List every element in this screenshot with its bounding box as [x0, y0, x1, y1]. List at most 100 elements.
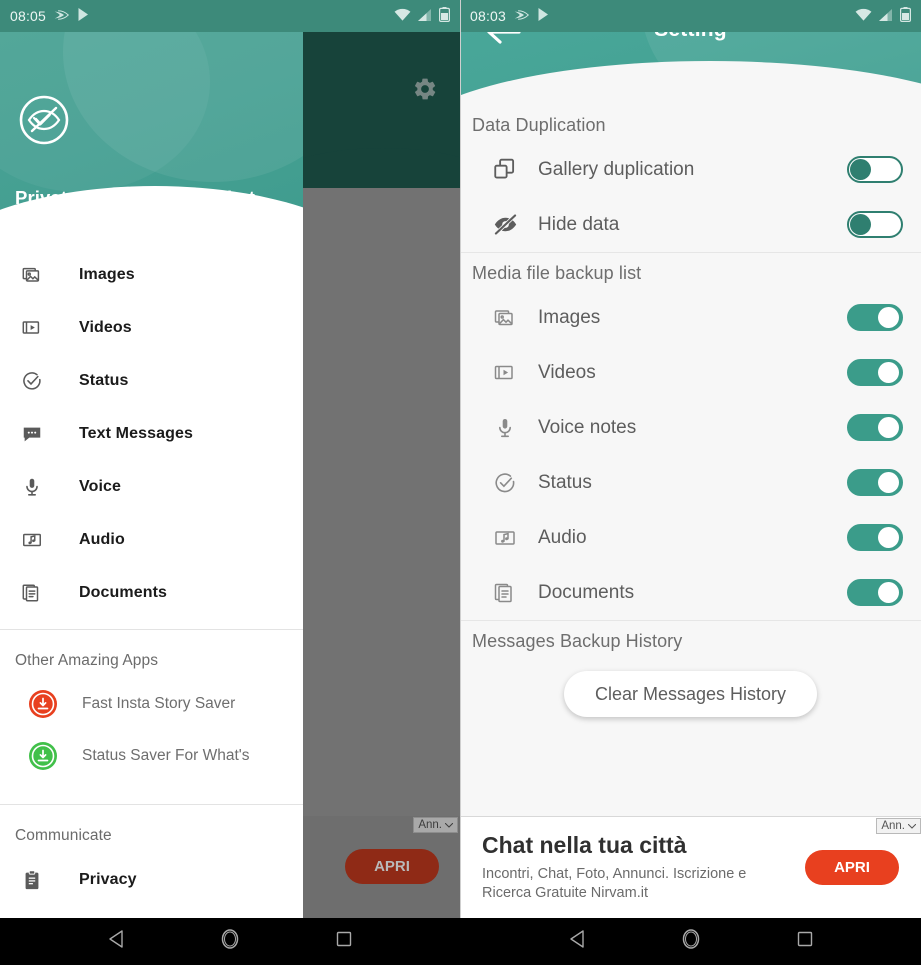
setting-row-status[interactable]: Status: [460, 455, 921, 510]
sidebar-item-privacy[interactable]: Privacy: [0, 853, 303, 906]
sidebar-item-voice[interactable]: Voice: [0, 460, 303, 513]
toggle-hide-data[interactable]: [847, 211, 903, 238]
toggle-voice-notes[interactable]: [847, 414, 903, 441]
toggle-knob: [878, 472, 899, 493]
hidden-eye-logo-icon: [18, 94, 70, 146]
clear-messages-history-button[interactable]: Clear Messages History: [564, 671, 817, 717]
images-icon: [17, 264, 47, 286]
status-check-icon: [490, 471, 520, 495]
toggle-knob: [878, 582, 899, 603]
back-triangle-icon[interactable]: [569, 930, 585, 953]
section-data-duplication: Data Duplication Gallery duplication Hid…: [460, 105, 921, 252]
other-apps-section-title: Other Amazing Apps: [15, 652, 159, 669]
toggle-status[interactable]: [847, 469, 903, 496]
toggle-documents[interactable]: [847, 579, 903, 606]
setting-label: Documents: [538, 581, 635, 603]
home-circle-icon[interactable]: [680, 928, 702, 955]
toggle-gallery-duplication[interactable]: [847, 156, 903, 183]
sidebar-item-label: Documents: [79, 583, 168, 601]
setting-label: Gallery duplication: [538, 158, 695, 180]
setting-label: Images: [538, 306, 601, 328]
setting-row-hide-data[interactable]: Hide data: [460, 197, 921, 252]
setting-row-videos[interactable]: Videos: [460, 345, 921, 400]
dimmed-app-background: [263, 32, 460, 918]
toggle-videos[interactable]: [847, 359, 903, 386]
gear-icon[interactable]: [412, 76, 438, 107]
setting-row-images[interactable]: Images: [460, 290, 921, 345]
eye-slash-icon: [490, 211, 520, 238]
sidebar-item-audio[interactable]: Audio: [0, 513, 303, 566]
toggle-knob: [878, 307, 899, 328]
recents-square-icon[interactable]: [336, 931, 352, 952]
wifi-icon: [394, 8, 411, 25]
videos-icon: [17, 317, 47, 339]
images-icon: [490, 306, 520, 330]
status-check-icon: [17, 370, 47, 392]
navigation-drawer: Private Read - Hidden Chat Images: [0, 32, 303, 918]
nav-buttons-right: [461, 918, 921, 965]
setting-row-voice-notes[interactable]: Voice notes: [460, 400, 921, 455]
recents-square-icon[interactable]: [797, 931, 813, 952]
chevron-down-icon: [908, 823, 916, 829]
audio-note-icon: [490, 526, 520, 550]
ad-label-text: Ann.: [881, 820, 905, 832]
toggle-knob: [878, 527, 899, 548]
chevron-down-icon: [445, 822, 453, 828]
nav-buttons-left: [0, 918, 460, 965]
dimmed-ad-label-text: Ann.: [418, 819, 442, 831]
setting-row-gallery-duplication[interactable]: Gallery duplication: [460, 142, 921, 197]
toggle-knob: [878, 362, 899, 383]
left-phone-pane: Private Read - Hidden Chat Images: [0, 0, 460, 918]
cast-icon: [513, 8, 530, 25]
sidebar-item-label: Videos: [79, 318, 132, 336]
documents-icon: [490, 581, 520, 605]
section-messages-backup-history: Messages Backup History Clear Messages H…: [460, 621, 921, 717]
setting-label: Videos: [538, 361, 596, 383]
setting-label: Hide data: [538, 213, 620, 235]
setting-row-audio[interactable]: Audio: [460, 510, 921, 565]
system-navigation-bar: [0, 918, 921, 965]
toggle-audio[interactable]: [847, 524, 903, 551]
wifi-icon: [855, 8, 872, 25]
dimmed-ad-cta-button: APRI: [345, 849, 439, 884]
section-title: Data Duplication: [472, 115, 606, 135]
clipboard-icon: [17, 869, 47, 891]
status-bar-time: 08:03: [470, 8, 507, 24]
sidebar-item-text-messages[interactable]: Text Messages: [0, 407, 303, 460]
communicate-section-title: Communicate: [15, 827, 112, 844]
right-status-bar: 08:03: [460, 0, 921, 32]
toggle-knob: [850, 214, 871, 235]
signal-icon: [417, 8, 433, 25]
videos-icon: [490, 361, 520, 385]
ad-title: Chat nella tua città: [482, 832, 687, 858]
other-app-fast-insta-story-saver[interactable]: Fast Insta Story Saver: [0, 678, 303, 730]
drawer-menu-list: Images Videos Status Text Messages Voice…: [0, 236, 303, 619]
sidebar-item-label: Audio: [79, 530, 125, 548]
sidebar-item-label: Status: [79, 371, 129, 389]
drawer-header: Private Read - Hidden Chat: [0, 32, 303, 236]
ad-label-chip[interactable]: Ann.: [876, 818, 921, 834]
other-app-status-saver-for-whats[interactable]: Status Saver For What's: [0, 730, 303, 782]
phone-pane-separator: [460, 0, 461, 918]
ad-cta-button[interactable]: APRI: [805, 850, 899, 885]
battery-icon: [439, 7, 451, 25]
section-title: Messages Backup History: [472, 631, 683, 651]
right-phone-pane: Setting Data Duplication Gallery duplica…: [460, 0, 921, 918]
setting-row-documents[interactable]: Documents: [460, 565, 921, 620]
home-circle-icon[interactable]: [219, 928, 241, 955]
ad-banner[interactable]: Chat nella tua città Incontri, Chat, Fot…: [460, 816, 921, 918]
cast-icon: [53, 8, 70, 25]
sidebar-item-label: Text Messages: [79, 424, 193, 442]
section-media-file-backup-list: Media file backup list Images Videos Voi…: [460, 253, 921, 620]
sidebar-item-videos[interactable]: Videos: [0, 301, 303, 354]
toggle-images[interactable]: [847, 304, 903, 331]
back-triangle-icon[interactable]: [108, 930, 124, 953]
play-store-icon: [537, 7, 551, 25]
setting-label: Audio: [538, 526, 587, 548]
status-bar-time: 08:05: [10, 8, 47, 24]
play-store-icon: [77, 7, 91, 25]
sidebar-item-status[interactable]: Status: [0, 354, 303, 407]
sidebar-item-documents[interactable]: Documents: [0, 566, 303, 619]
setting-label: Status: [538, 471, 592, 493]
sidebar-item-images[interactable]: Images: [0, 248, 303, 301]
